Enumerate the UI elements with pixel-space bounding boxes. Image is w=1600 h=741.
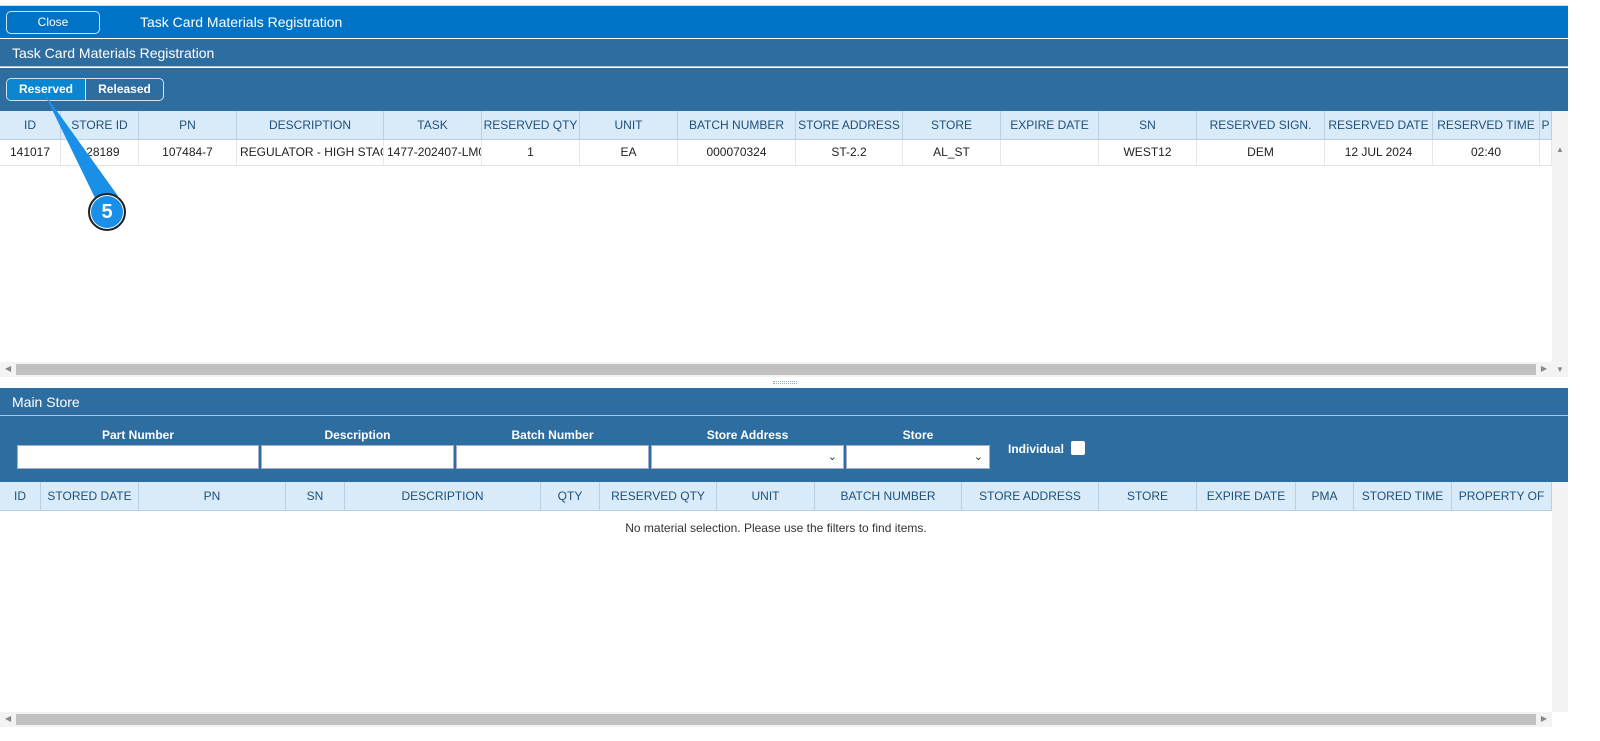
scroll-left-icon[interactable]: ◀ bbox=[5, 364, 11, 373]
scroll-right-icon[interactable]: ▶ bbox=[1541, 364, 1547, 373]
part-number-input[interactable] bbox=[17, 445, 259, 469]
column-header[interactable]: RESERVED QTY bbox=[600, 482, 717, 510]
column-header[interactable]: DESCRIPTION bbox=[237, 111, 384, 139]
store-address-label: Store Address bbox=[706, 428, 789, 442]
column-header[interactable]: EXPIRE DATE bbox=[1197, 482, 1296, 510]
column-header[interactable]: STORE ADDRESS bbox=[962, 482, 1099, 510]
table-cell: 02:40 bbox=[1433, 140, 1540, 165]
scroll-up-icon[interactable]: ▲ bbox=[1556, 145, 1564, 154]
column-header[interactable]: RESERVED DATE bbox=[1325, 111, 1433, 139]
window-toolbar: Close Task Card Materials Registration bbox=[0, 5, 1568, 38]
column-header[interactable]: PN bbox=[139, 482, 286, 510]
column-header[interactable]: BATCH NUMBER bbox=[678, 111, 796, 139]
individual-label: Individual bbox=[1008, 442, 1065, 456]
column-header[interactable]: RESERVED QTY bbox=[482, 111, 580, 139]
table-cell: EA bbox=[580, 140, 678, 165]
store-select[interactable]: ⌄ bbox=[846, 445, 990, 469]
table-cell bbox=[1540, 140, 1552, 165]
main-store-filters: Part Number Description Batch Number Sto… bbox=[0, 416, 1568, 482]
column-header[interactable]: TASK bbox=[384, 111, 482, 139]
batch-number-label: Batch Number bbox=[511, 428, 594, 442]
scroll-right-icon[interactable]: ▶ bbox=[1541, 714, 1547, 723]
step-callout: 5 bbox=[88, 193, 126, 231]
main-store-vertical-scrollbar[interactable] bbox=[1552, 482, 1568, 712]
column-header[interactable]: STORED DATE bbox=[41, 482, 139, 510]
description-input[interactable] bbox=[261, 445, 454, 469]
column-header[interactable]: PMA bbox=[1296, 482, 1354, 510]
table-cell: AL_ST bbox=[903, 140, 1001, 165]
table-cell: 1 bbox=[482, 140, 580, 165]
column-header[interactable]: QTY bbox=[541, 482, 600, 510]
main-store-horizontal-scrollbar[interactable]: ◀ ▶ bbox=[0, 712, 1552, 727]
column-header[interactable]: RESERVED TIME bbox=[1433, 111, 1540, 139]
column-header[interactable]: ID bbox=[0, 482, 41, 510]
table-cell: REGULATOR - HIGH STAGE bbox=[237, 140, 384, 165]
table-cell: DEM bbox=[1197, 140, 1325, 165]
table-cell: 1477-202407-LM0 bbox=[384, 140, 482, 165]
individual-checkbox[interactable] bbox=[1071, 441, 1085, 455]
reserved-table: ID STORE ID PN DESCRIPTION TASK RESERVED QTY U… bbox=[0, 111, 1552, 166]
reserved-table-header: ID STORE ID PN DESCRIPTION TASK RESERVED QTY U… bbox=[0, 111, 1552, 140]
column-header[interactable]: P bbox=[1540, 111, 1552, 139]
column-header[interactable]: SN bbox=[1099, 111, 1197, 139]
main-store-table-header: ID STORED DATE PN SN DESCRIPTION QTY RESERVED … bbox=[0, 482, 1552, 511]
table-cell bbox=[1001, 140, 1099, 165]
column-header[interactable]: EXPIRE DATE bbox=[1001, 111, 1099, 139]
column-header[interactable]: STORE bbox=[1099, 482, 1197, 510]
column-header[interactable]: UNIT bbox=[717, 482, 815, 510]
column-header[interactable]: UNIT bbox=[580, 111, 678, 139]
column-header[interactable]: STORED TIME bbox=[1354, 482, 1452, 510]
table-cell: 000070324 bbox=[678, 140, 796, 165]
store-label: Store bbox=[902, 428, 934, 442]
column-header[interactable]: SN bbox=[286, 482, 345, 510]
store-address-select[interactable]: ⌄ bbox=[651, 445, 844, 469]
reserved-table-vertical-scrollbar[interactable]: ▲ ▼ bbox=[1552, 111, 1568, 377]
scroll-down-icon[interactable]: ▼ bbox=[1556, 365, 1564, 374]
tabs-bar: Reserved Released bbox=[0, 68, 1568, 111]
empty-message: No material selection. Please use the fi… bbox=[625, 521, 927, 535]
chevron-down-icon: ⌄ bbox=[973, 451, 983, 463]
scrollbar-thumb[interactable] bbox=[16, 714, 1536, 725]
batch-number-input[interactable] bbox=[456, 445, 649, 469]
chevron-down-icon: ⌄ bbox=[827, 451, 837, 463]
column-header[interactable]: RESERVED SIGN. bbox=[1197, 111, 1325, 139]
reserved-table-horizontal-scrollbar[interactable]: ◀ ▶ bbox=[0, 362, 1552, 377]
column-header[interactable]: PROPERTY OF bbox=[1452, 482, 1552, 510]
main-store-table: ID STORED DATE PN SN DESCRIPTION QTY RESERVED … bbox=[0, 482, 1552, 511]
splitter-handle[interactable] bbox=[773, 381, 797, 384]
table-cell: ST-2.2 bbox=[796, 140, 903, 165]
scrollbar-thumb[interactable] bbox=[16, 364, 1536, 375]
panel-title: Task Card Materials Registration bbox=[0, 39, 1568, 67]
table-cell: 12 JUL 2024 bbox=[1325, 140, 1433, 165]
table-cell: WEST12 bbox=[1099, 140, 1197, 165]
column-header[interactable]: DESCRIPTION bbox=[345, 482, 541, 510]
column-header[interactable]: STORE ADDRESS bbox=[796, 111, 903, 139]
main-store-title: Main Store bbox=[0, 388, 1568, 416]
table-row[interactable]: 141017 128189 107484-7 REGULATOR - HIGH STA… bbox=[0, 140, 1552, 166]
scroll-left-icon[interactable]: ◀ bbox=[5, 714, 11, 723]
description-label: Description bbox=[324, 428, 391, 442]
column-header[interactable]: BATCH NUMBER bbox=[815, 482, 962, 510]
column-header[interactable]: STORE bbox=[903, 111, 1001, 139]
part-number-label: Part Number bbox=[101, 428, 175, 442]
